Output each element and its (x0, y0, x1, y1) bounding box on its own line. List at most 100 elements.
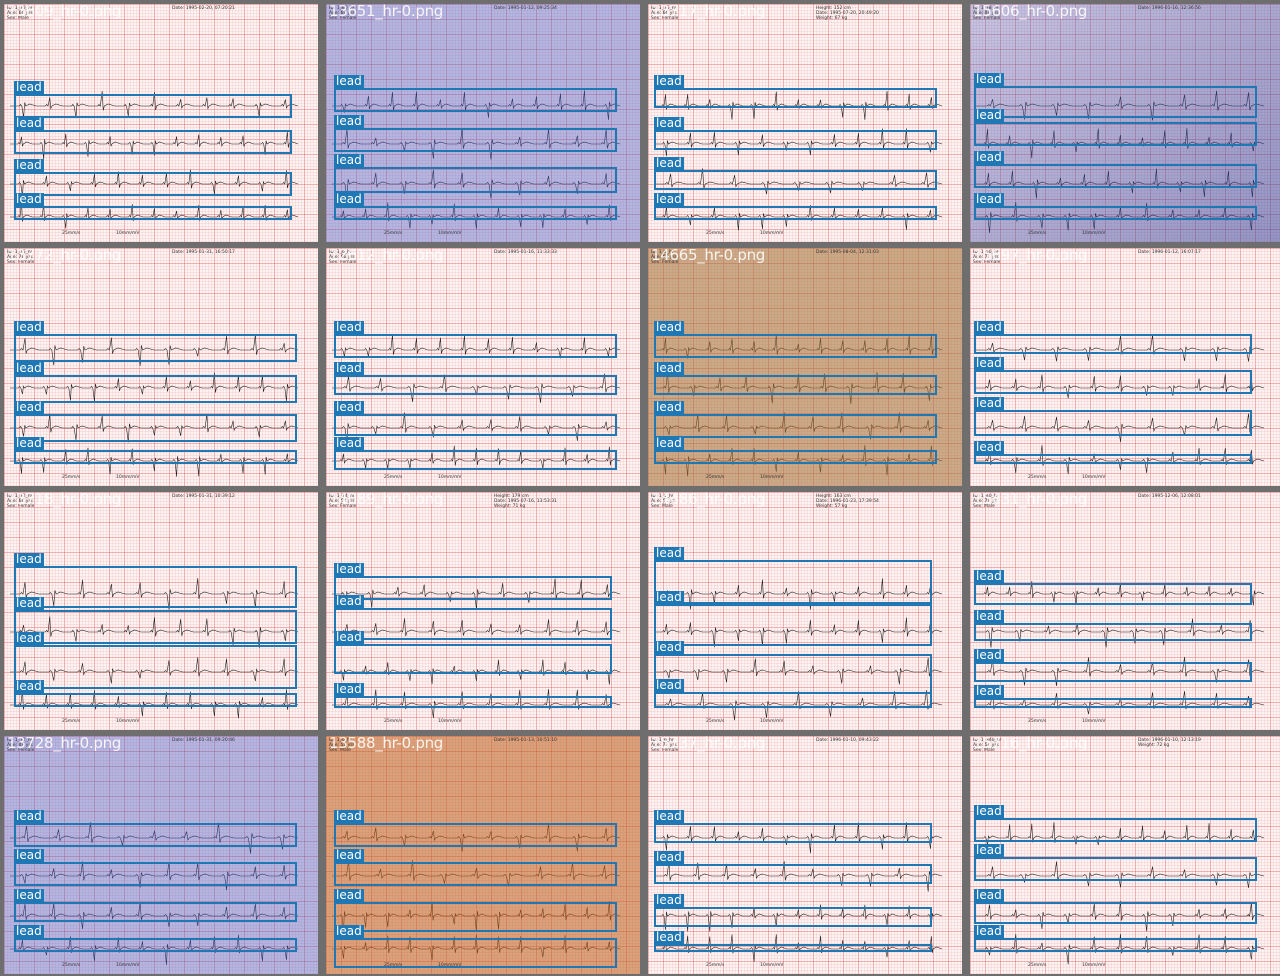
lead-bounding-box[interactable] (334, 938, 617, 968)
lead-class-label: lead (974, 648, 1004, 663)
lead-bounding-box[interactable] (974, 902, 1257, 924)
image-filename: 14665_hr-0.png (651, 248, 766, 264)
ecg-tile[interactable]: ID: 1_40_hr Age: 78 yrs Sex: Male Date: 199… (970, 492, 1280, 730)
lead-bounding-box[interactable] (654, 206, 937, 220)
image-filename: 12612_hr-0.png (329, 248, 444, 264)
lead-bounding-box[interactable] (334, 823, 617, 847)
lead-bounding-box[interactable] (14, 130, 292, 154)
lead-bounding-box[interactable] (14, 94, 292, 118)
lead-bounding-box[interactable] (654, 604, 932, 646)
lead-bounding-box[interactable] (974, 206, 1257, 220)
paper-speed: 25mm/s (1028, 963, 1047, 968)
lead-bounding-box[interactable] (654, 560, 932, 604)
ecg-tile[interactable]: ID: 1_6_hr Age: 73 yrs Sex: Female Date: 19… (648, 736, 962, 974)
lead-bounding-box[interactable] (14, 206, 292, 220)
lead-bounding-box[interactable] (654, 944, 932, 952)
lead-bounding-box[interactable] (14, 645, 297, 689)
lead-class-label: lead (654, 400, 684, 415)
lead-bounding-box[interactable] (654, 864, 932, 884)
lead-bounding-box[interactable] (974, 623, 1252, 641)
lead-bounding-box[interactable] (654, 654, 932, 694)
detection-results-grid: ID: 1_78_hr Age: 66 yrs Sex: Male Date: 199… (0, 0, 1280, 976)
lead-bounding-box[interactable] (334, 128, 617, 152)
lead-class-label: lead (14, 158, 44, 173)
lead-bounding-box[interactable] (974, 334, 1252, 354)
lead-bounding-box[interactable] (654, 334, 937, 358)
lead-bounding-box[interactable] (14, 862, 297, 886)
lead-class-label: lead (654, 74, 684, 89)
paper-speed: 25mm/s (706, 719, 725, 724)
lead-class-label: lead (974, 609, 1004, 624)
lead-bounding-box[interactable] (654, 450, 937, 464)
lead-bounding-box[interactable] (334, 450, 617, 470)
lead-bounding-box[interactable] (334, 902, 617, 932)
lead-class-label: lead (14, 80, 44, 95)
lead-bounding-box[interactable] (334, 414, 617, 436)
image-filename: 13717_hr-0.png (651, 4, 766, 20)
recording-info: Date: 1995-01-12, 09:25:34 (494, 6, 557, 11)
paper-speed: 25mm/s (62, 231, 81, 236)
lead-bounding-box[interactable] (654, 907, 932, 927)
image-filename: 15716_hr-0.png (973, 736, 1088, 752)
lead-bounding-box[interactable] (654, 88, 937, 108)
lead-bounding-box[interactable] (14, 823, 297, 847)
lead-bounding-box[interactable] (974, 370, 1252, 394)
lead-bounding-box[interactable] (974, 164, 1257, 188)
lead-bounding-box[interactable] (654, 692, 932, 708)
lead-bounding-box[interactable] (14, 902, 297, 922)
lead-bounding-box[interactable] (654, 375, 937, 395)
lead-bounding-box[interactable] (334, 576, 612, 600)
lead-bounding-box[interactable] (654, 823, 932, 843)
lead-bounding-box[interactable] (14, 938, 297, 952)
lead-class-label: lead (654, 590, 684, 605)
lead-bounding-box[interactable] (334, 644, 612, 674)
recording-info: Date: 1995-12-06, 12:08:01 (1138, 494, 1201, 499)
lead-bounding-box[interactable] (974, 86, 1257, 118)
recording-info-line: Date: 1995-12-06, 12:08:01 (1138, 494, 1201, 499)
lead-bounding-box[interactable] (654, 414, 937, 438)
lead-bounding-box[interactable] (14, 566, 297, 608)
lead-bounding-box[interactable] (974, 454, 1252, 464)
lead-bounding-box[interactable] (654, 130, 937, 150)
lead-bounding-box[interactable] (334, 862, 617, 886)
paper-speed: 25mm/s (62, 719, 81, 724)
lead-bounding-box[interactable] (334, 608, 612, 640)
lead-bounding-box[interactable] (974, 698, 1252, 708)
recording-info: Height: 152 cm Date: 1995-07-20, 20:49:20… (816, 6, 879, 21)
lead-bounding-box[interactable] (334, 334, 617, 358)
lead-bounding-box[interactable] (14, 450, 297, 464)
lead-class-label: lead (974, 108, 1004, 123)
lead-bounding-box[interactable] (14, 610, 297, 644)
lead-bounding-box[interactable] (334, 167, 617, 193)
lead-bounding-box[interactable] (974, 122, 1257, 146)
lead-bounding-box[interactable] (14, 172, 292, 196)
lead-bounding-box[interactable] (14, 414, 297, 442)
lead-bounding-box[interactable] (14, 334, 297, 362)
lead-bounding-box[interactable] (334, 696, 612, 708)
lead-bounding-box[interactable] (974, 662, 1252, 682)
gain-setting: 10mm/mV (1082, 963, 1106, 968)
lead-class-label: lead (654, 640, 684, 655)
lead-bounding-box[interactable] (654, 170, 937, 190)
lead-class-label: lead (14, 552, 44, 567)
lead-bounding-box[interactable] (974, 583, 1252, 605)
paper-speed: 25mm/s (1028, 231, 1047, 236)
lead-class-label: lead (14, 679, 44, 694)
lead-class-label: lead (974, 72, 1004, 87)
ecg-tile[interactable]: ID: 1_50_hr Age: 77 yrs Sex: Female Date: 1… (970, 248, 1280, 486)
paper-speed: 25mm/s (706, 475, 725, 480)
lead-bounding-box[interactable] (334, 88, 617, 112)
recording-info: Height: 179 cm Date: 1995-07-16, 13:53:31… (494, 494, 557, 509)
lead-bounding-box[interactable] (974, 857, 1257, 881)
lead-class-label: lead (14, 848, 44, 863)
recording-info: Height: 163 cm Date: 1996-01-23, 17:39:54… (816, 494, 879, 509)
lead-bounding-box[interactable] (334, 206, 617, 220)
lead-bounding-box[interactable] (974, 818, 1257, 842)
lead-bounding-box[interactable] (334, 375, 617, 395)
lead-class-label: lead (334, 74, 364, 89)
paper-speed: 25mm/s (384, 719, 403, 724)
lead-bounding-box[interactable] (974, 938, 1257, 952)
lead-bounding-box[interactable] (14, 693, 297, 707)
lead-bounding-box[interactable] (14, 375, 297, 403)
lead-bounding-box[interactable] (974, 410, 1252, 436)
